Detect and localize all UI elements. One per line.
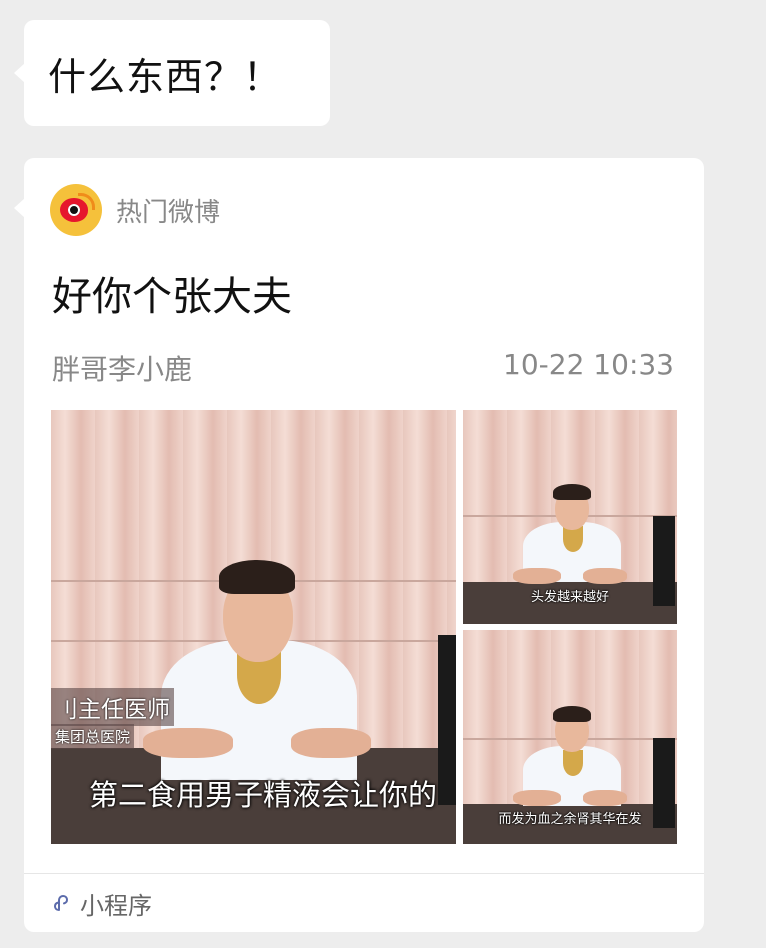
mini-program-label: 小程序: [80, 891, 152, 920]
video-overlay-subtitle: 集团总医院: [51, 724, 135, 749]
card-source: 热门微博: [50, 184, 220, 236]
post-timestamp: 10-22 10:33: [503, 348, 674, 381]
video-thumbnail-bottom-right[interactable]: 而发为血之余肾其华在发: [463, 630, 677, 844]
video-thumbnail-top-right[interactable]: 头发越来越好: [463, 410, 677, 624]
mini-program-icon: [50, 892, 72, 914]
mini-program-footer[interactable]: 小程序: [24, 873, 704, 932]
video-thumbnail-main[interactable]: 刂主任医师 集团总医院 第二食用男子精液会让你的: [51, 410, 456, 844]
card-bubble-tail: [14, 198, 25, 218]
video-caption: 而发为血之余肾其华在发: [498, 812, 642, 827]
weibo-logo-icon: [50, 184, 102, 236]
chat-message-text: 什么东西？！: [48, 54, 283, 99]
video-caption: 第二食用男子精液会让你的: [89, 778, 438, 812]
card-title: 好你个张大夫: [52, 274, 292, 320]
video-caption: 头发越来越好: [530, 590, 609, 605]
post-author: 胖哥李小鹿: [52, 353, 193, 386]
video-overlay-title: 刂主任医师: [51, 688, 174, 726]
bubble-tail: [14, 63, 25, 83]
shared-weibo-card[interactable]: 热门微博 好你个张大夫 胖哥李小鹿 10-22 10:33 刂主任医师 集团总医…: [14, 158, 704, 932]
chat-message-bubble[interactable]: 什么东西？！: [14, 20, 330, 126]
source-name: 热门微博: [116, 197, 221, 228]
